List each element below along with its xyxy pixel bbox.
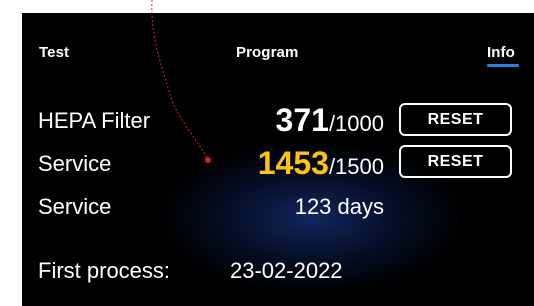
active-tab-indicator	[487, 64, 519, 67]
first-process-date: 23-02-2022	[230, 258, 343, 283]
hepa-filter-current: 371	[275, 102, 329, 138]
device-screen: Test Program Info HEPA Filter 371/1000 R…	[22, 13, 534, 306]
hepa-filter-label: HEPA Filter	[38, 108, 151, 133]
service-days-label: Service	[38, 194, 112, 219]
service-days-value: 123 days	[294, 194, 384, 219]
service-label: Service	[38, 151, 112, 176]
tab-test[interactable]: Test	[39, 44, 69, 61]
service-counter: 1453/1500	[258, 145, 384, 182]
tab-info[interactable]: Info	[487, 44, 515, 61]
hepa-filter-reset-button[interactable]: RESET	[399, 103, 512, 136]
service-current: 1453	[257, 145, 329, 181]
first-process-label: First process:	[38, 258, 171, 283]
hepa-filter-max: /1000	[328, 111, 384, 136]
service-reset-button[interactable]: RESET	[399, 145, 512, 178]
service-max: /1500	[328, 154, 384, 179]
hepa-filter-counter: 371/1000	[276, 102, 384, 139]
tab-program[interactable]: Program	[236, 44, 298, 61]
